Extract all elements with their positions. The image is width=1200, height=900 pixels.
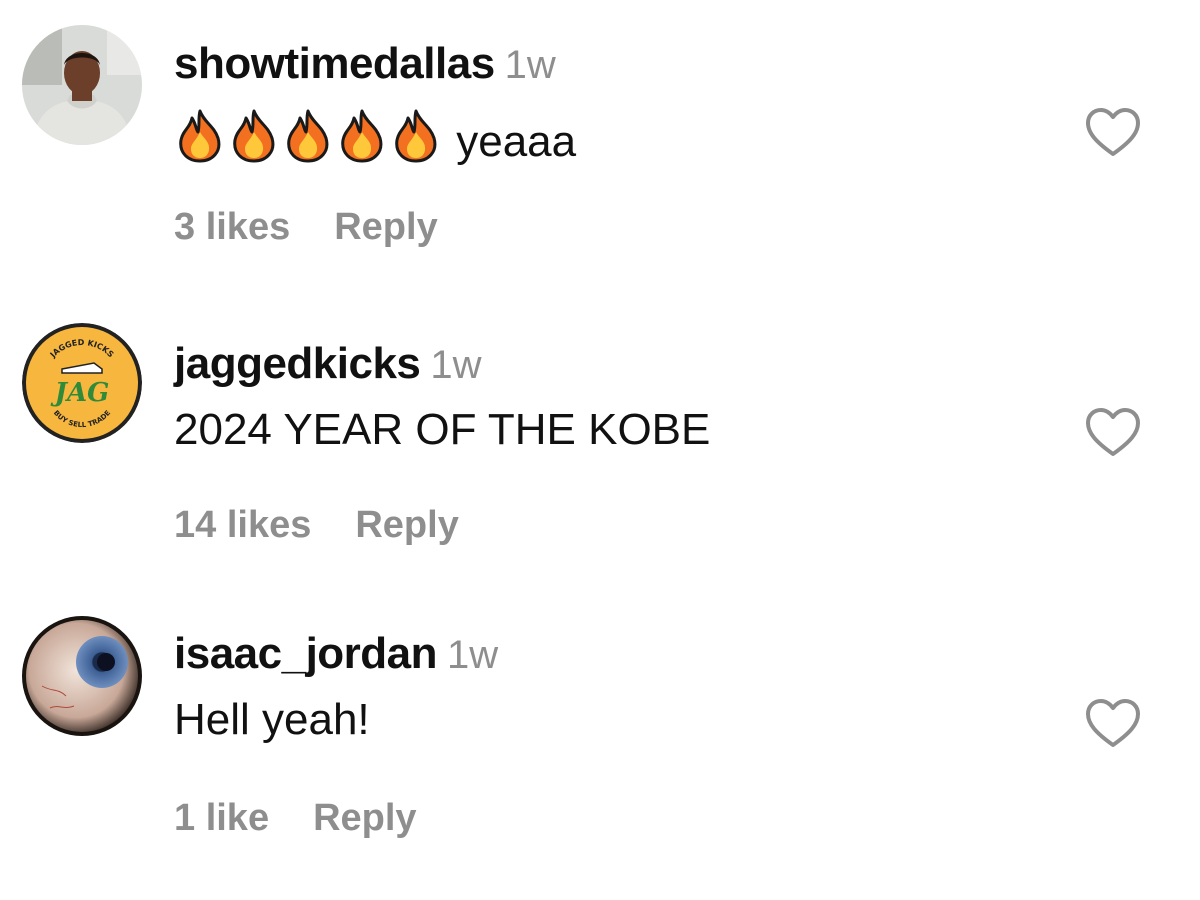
- fire-emoji-icon: [287, 109, 329, 163]
- likes-count[interactable]: 14 likes: [174, 504, 311, 546]
- comment-item: JAGGED KICKS BUY SELL TRADE JAG jaggedki…: [0, 290, 1200, 590]
- comment-text: Hell yeah!: [174, 695, 370, 744]
- reply-button[interactable]: Reply: [355, 504, 458, 546]
- fire-emoji-icon: [174, 108, 444, 172]
- likes-count[interactable]: 1 like: [174, 797, 269, 839]
- logo-text: JAG: [50, 378, 110, 408]
- fire-emoji-icon: [395, 109, 437, 163]
- avatar[interactable]: JAGGED KICKS BUY SELL TRADE JAG: [22, 323, 142, 443]
- comment-text-body: yeaaa: [456, 117, 577, 166]
- fire-emoji-icon: [179, 109, 221, 163]
- avatar[interactable]: [22, 25, 142, 145]
- comment-text: yeaaa: [174, 108, 576, 172]
- timestamp[interactable]: 1w: [447, 633, 498, 677]
- comment-item: isaac_jordan 1w Hell yeah! 1 like Reply: [0, 590, 1200, 900]
- timestamp[interactable]: 1w: [505, 43, 556, 87]
- username[interactable]: showtimedallas: [174, 39, 495, 88]
- comment-text: 2024 YEAR OF THE KOBE: [174, 405, 711, 454]
- username[interactable]: isaac_jordan: [174, 629, 438, 678]
- fire-emoji-icon: [233, 109, 275, 163]
- heart-outline-icon[interactable]: [1084, 106, 1142, 158]
- username[interactable]: jaggedkicks: [174, 339, 421, 388]
- fire-emoji-icon: [341, 109, 383, 163]
- comment-actions: 3 likes Reply: [174, 206, 438, 249]
- heart-outline-icon[interactable]: [1084, 697, 1142, 749]
- heart-outline-icon[interactable]: [1084, 406, 1142, 458]
- comment-item: showtimedallas 1w yeaaa 3 likes Reply: [0, 0, 1200, 290]
- reply-button[interactable]: Reply: [313, 797, 416, 839]
- avatar[interactable]: [22, 616, 142, 736]
- comment-actions: 1 like Reply: [174, 797, 417, 840]
- reply-button[interactable]: Reply: [334, 206, 437, 248]
- comment-actions: 14 likes Reply: [174, 504, 459, 547]
- timestamp[interactable]: 1w: [430, 343, 481, 387]
- likes-count[interactable]: 3 likes: [174, 206, 290, 248]
